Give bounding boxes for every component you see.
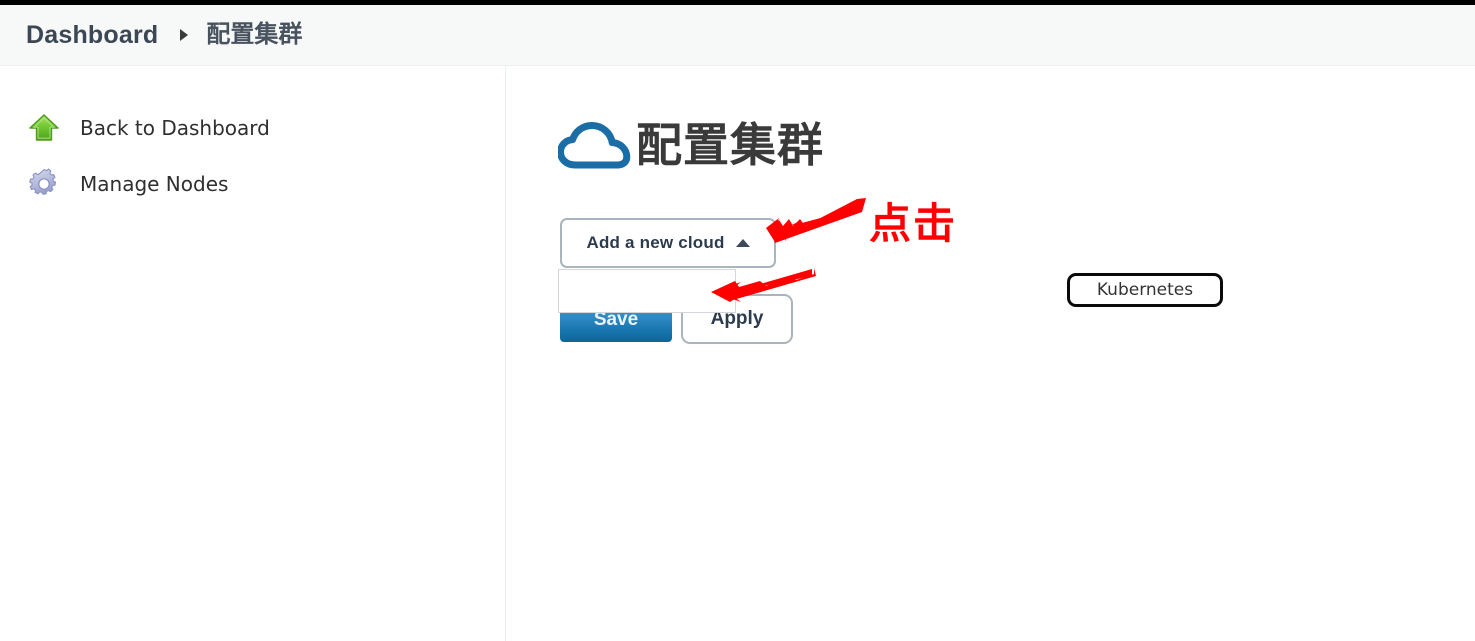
dropdown-trigger-label: Add a new cloud (586, 233, 725, 252)
gear-icon (24, 164, 64, 204)
cloud-type-dropdown-menu (558, 269, 736, 313)
add-a-new-cloud-dropdown-button[interactable]: Add a new cloud (560, 218, 776, 268)
green-up-arrow-icon (24, 108, 64, 148)
main-content: 配置集群 Add a new cloud Save Apply Kubernet… (507, 66, 1475, 641)
breadcrumb-header: Dashboard 配置集群 (0, 5, 1475, 66)
breadcrumb-current-page: 配置集群 (206, 21, 303, 48)
sidebar-item-back-to-dashboard[interactable]: Back to Dashboard (0, 100, 505, 156)
chevron-right-icon (180, 29, 189, 41)
dropdown-option-kubernetes[interactable]: Kubernetes (1067, 273, 1223, 307)
sidebar-item-label: Back to Dashboard (80, 116, 270, 140)
sidebar-item-label: Manage Nodes (80, 172, 229, 196)
configure-cluster-page: Dashboard 配置集群 Back to Dashboard Manage … (0, 0, 1475, 641)
cloud-icon (557, 119, 632, 171)
sidebar-item-manage-nodes[interactable]: Manage Nodes (0, 156, 505, 212)
dropdown-option-label: Kubernetes (1096, 280, 1194, 300)
page-title-row: 配置集群 (557, 119, 824, 171)
breadcrumb-dashboard-link[interactable]: Dashboard (26, 22, 158, 48)
sidebar: Back to Dashboard Manage Nodes (0, 66, 506, 641)
page-title: 配置集群 (636, 119, 824, 171)
caret-up-icon (735, 239, 750, 247)
